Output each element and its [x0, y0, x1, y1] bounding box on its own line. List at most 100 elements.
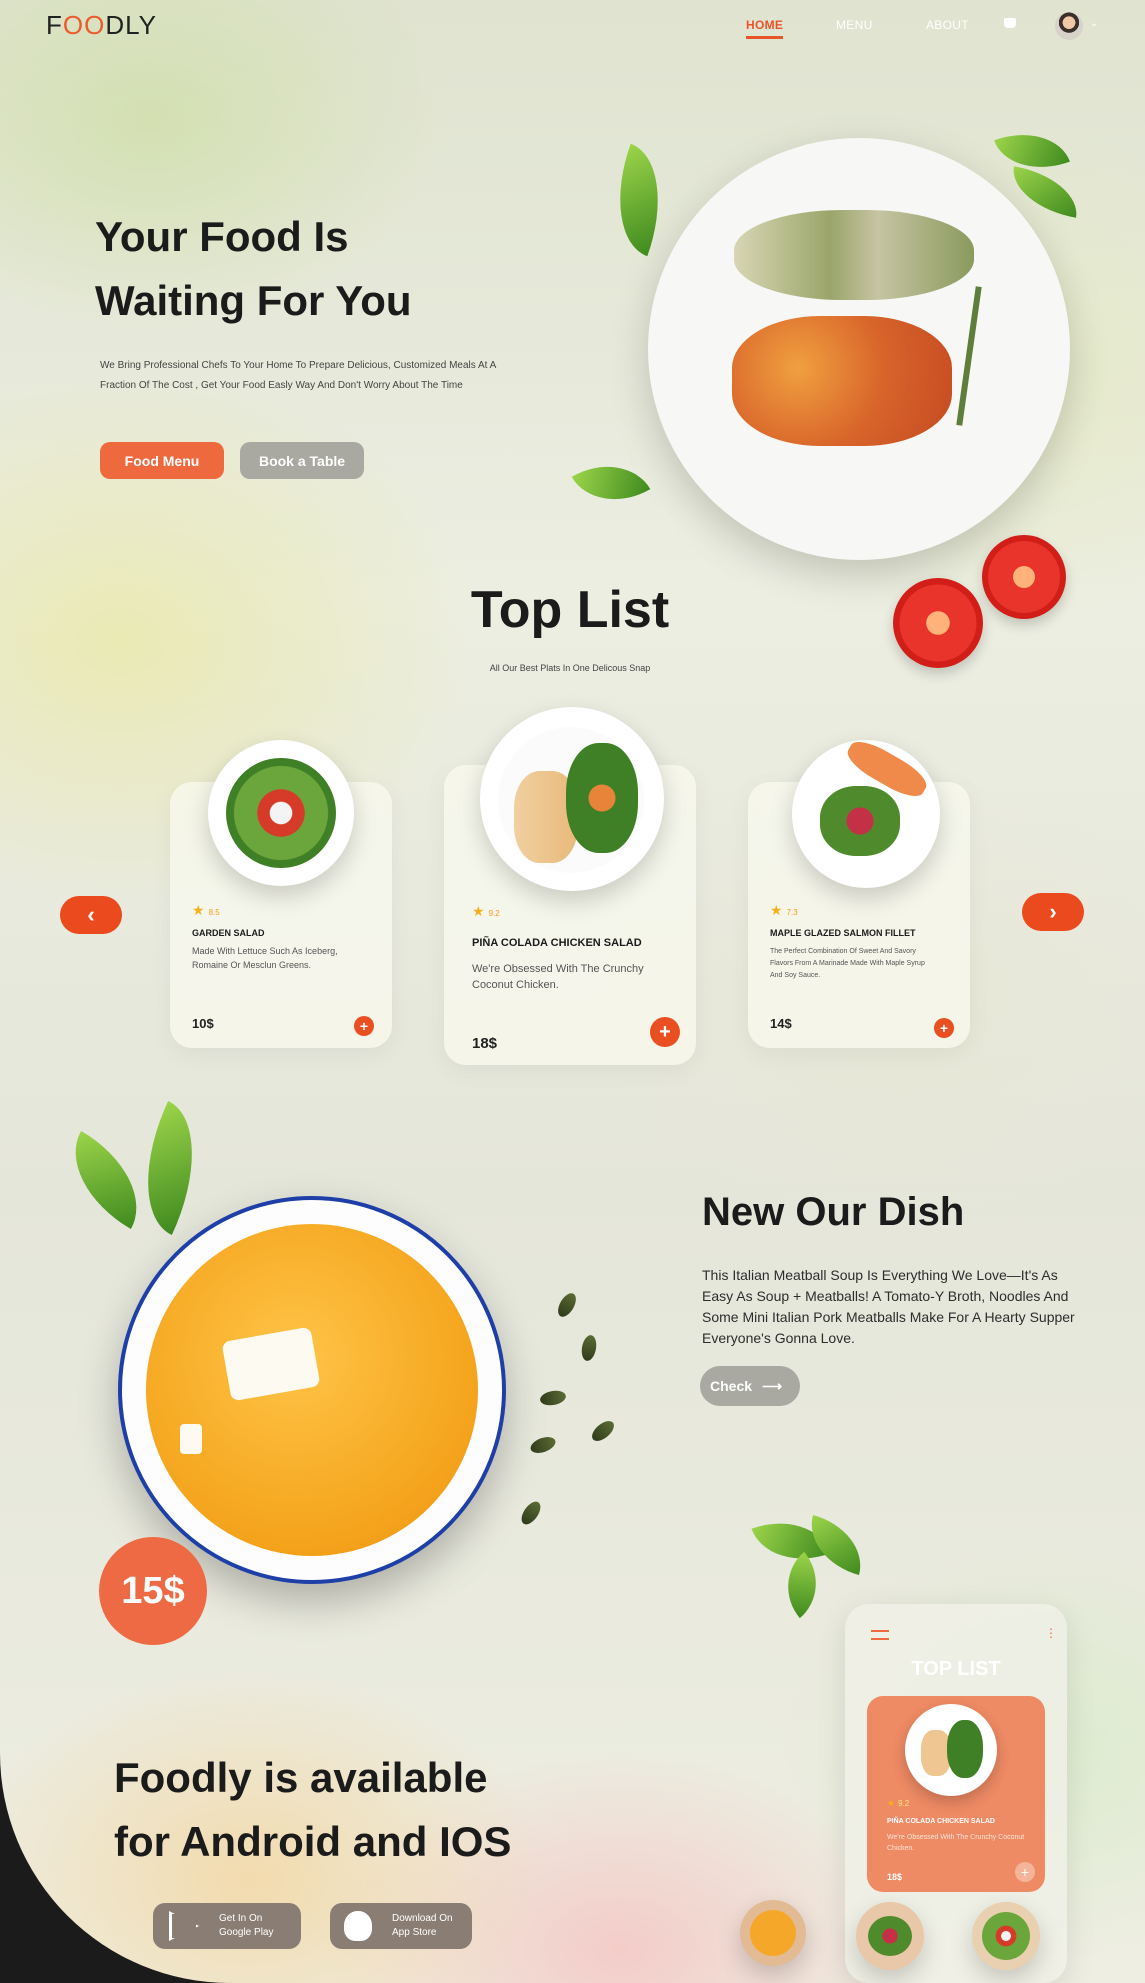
food-description: The Perfect Combination Of Sweet And Sav…: [770, 948, 925, 979]
menu-icon: [871, 1630, 889, 1640]
food-description: We're Obsessed With The Crunchy Coconut …: [472, 963, 644, 991]
phone-food-image: [905, 1704, 997, 1796]
add-to-cart-button[interactable]: +: [650, 1017, 680, 1047]
store-label-line: Get In On: [219, 1913, 263, 1924]
star-icon: ★: [770, 902, 783, 918]
add-to-cart-button[interactable]: +: [934, 1018, 954, 1038]
avatar[interactable]: [1055, 12, 1083, 40]
arrow-right-icon: ⟶: [762, 1377, 783, 1394]
food-price: 18$: [472, 1035, 498, 1052]
leaf-decoration: [571, 445, 651, 521]
hero-plate-image: [648, 138, 1070, 560]
brand-logo[interactable]: FOODLY: [46, 10, 157, 41]
food-name: MAPLE GLAZED SALMON FILLET: [770, 928, 916, 938]
food-price: 10$: [192, 1016, 214, 1031]
top-list-subtitle: All Our Best Plats In One Delicous Snap: [489, 663, 651, 673]
salad: [982, 1912, 1030, 1960]
phone-food-description: We're Obsessed With The Crunchy Coconut …: [887, 1834, 1025, 1852]
store-label-line: Download On: [392, 1913, 453, 1924]
tomato-slice: [982, 535, 1066, 619]
star-icon: ★: [472, 903, 485, 919]
app-title: Foodly is available for Android and IOS: [114, 1746, 511, 1874]
roasted-vegetables: [732, 316, 952, 446]
garden-salad-image: [208, 740, 354, 886]
basil-leaf-decoration: [768, 1551, 836, 1619]
chevron-down-icon[interactable]: ⌄: [1090, 18, 1098, 29]
grilled-chicken: [734, 210, 974, 300]
rating-value: 8.5: [208, 908, 220, 917]
nav-menu[interactable]: MENU: [836, 18, 873, 32]
thumbnail-soup[interactable]: [740, 1900, 806, 1966]
google-play-icon: [169, 1911, 199, 1941]
salmon-image: [792, 740, 940, 888]
rating: ★ 8.5: [192, 902, 220, 919]
pumpkin-seed: [588, 1417, 618, 1445]
google-play-label: Get In On Google Play: [219, 1912, 273, 1940]
rating: ★ 9.2: [472, 903, 500, 920]
book-table-button[interactable]: Book a Table: [240, 442, 364, 479]
google-play-button[interactable]: Get In On Google Play: [153, 1903, 301, 1949]
hero-title-line: Waiting For You: [95, 277, 412, 324]
hero-title-line: Your Food Is: [95, 213, 349, 260]
phone-food-card: ★ 9.2 PIÑA COLADA CHICKEN SALAD We're Obs…: [867, 1696, 1045, 1892]
chevron-right-icon: ›: [1049, 899, 1057, 924]
salad: [226, 758, 336, 868]
carousel-next-button[interactable]: ›: [1022, 893, 1084, 931]
app-store-label: Download On App Store: [392, 1912, 453, 1940]
dish-title: New Our Dish: [702, 1190, 965, 1234]
leaf-decoration: [596, 143, 682, 257]
food-price: 14$: [770, 1016, 792, 1031]
food-description: Made With Lettuce Such As Iceberg, Romai…: [192, 946, 338, 970]
pumpkin-seed: [517, 1498, 545, 1528]
pumpkin-seed: [579, 1333, 599, 1363]
hero-description: We Bring Professional Chefs To Your Home…: [100, 360, 496, 391]
leaf-decoration: [51, 1131, 161, 1229]
store-label-line: Google Play: [219, 1927, 274, 1938]
rating-value: 9.2: [488, 909, 500, 918]
logo-part: F: [46, 10, 63, 40]
pumpkin-seed: [554, 1290, 580, 1320]
food-name: GARDEN SALAD: [192, 928, 265, 938]
tomato-slice: [893, 578, 983, 668]
rating-value: 7.3: [786, 908, 798, 917]
cheese-cubes: [221, 1326, 321, 1402]
rosemary-sprig: [956, 286, 982, 426]
app-store-button[interactable]: Download On App Store: [330, 1903, 472, 1949]
phone-rating: ★ 9.2: [887, 1798, 909, 1809]
more-icon: ⋮: [1045, 1626, 1057, 1640]
thumbnail-salmon[interactable]: [856, 1902, 924, 1970]
rating: ★ 7.3: [770, 902, 798, 919]
nav-home[interactable]: HOME: [746, 18, 784, 39]
thumbnail-salad[interactable]: [972, 1902, 1040, 1970]
salad: [868, 1916, 912, 1956]
salad: [947, 1720, 983, 1778]
food-menu-button[interactable]: Food Menu: [100, 442, 224, 479]
check-button[interactable]: Check ⟶: [700, 1366, 800, 1406]
apple-icon: [344, 1911, 372, 1941]
landing-page: FOODLY HOME MENU ABOUT ⌄ Your Food Is Wa…: [0, 0, 1145, 1983]
logo-part: DLY: [105, 10, 157, 40]
chicken-salad-image: [480, 707, 664, 891]
soup: [750, 1910, 796, 1956]
salad: [820, 786, 900, 856]
salad: [566, 743, 638, 853]
chevron-left-icon: ‹: [87, 902, 95, 927]
store-label-line: App Store: [392, 1927, 437, 1938]
cart-icon[interactable]: [1004, 18, 1016, 28]
top-list-title: Top List: [470, 581, 670, 639]
star-icon: ★: [887, 1798, 896, 1808]
hero-title: Your Food Is Waiting For You: [95, 205, 525, 333]
add-to-cart-button[interactable]: +: [354, 1016, 374, 1036]
phone-food-name: PIÑA COLADA CHICKEN SALAD: [887, 1818, 995, 1825]
cheese-cube: [180, 1424, 202, 1454]
dish-price-badge: 15$: [99, 1537, 207, 1645]
nav-about[interactable]: ABOUT: [926, 18, 969, 32]
pumpkin-seed: [528, 1433, 558, 1457]
carousel-prev-button[interactable]: ‹: [60, 896, 122, 934]
food-name: PIÑA COLADA CHICKEN SALAD: [472, 937, 642, 949]
pumpkin-soup: [146, 1224, 478, 1556]
app-title-line: Foodly is available: [114, 1754, 488, 1801]
add-to-cart-button[interactable]: +: [1015, 1862, 1035, 1882]
logo-highlight: OO: [62, 10, 106, 40]
phone-food-price: 18$: [887, 1872, 903, 1882]
